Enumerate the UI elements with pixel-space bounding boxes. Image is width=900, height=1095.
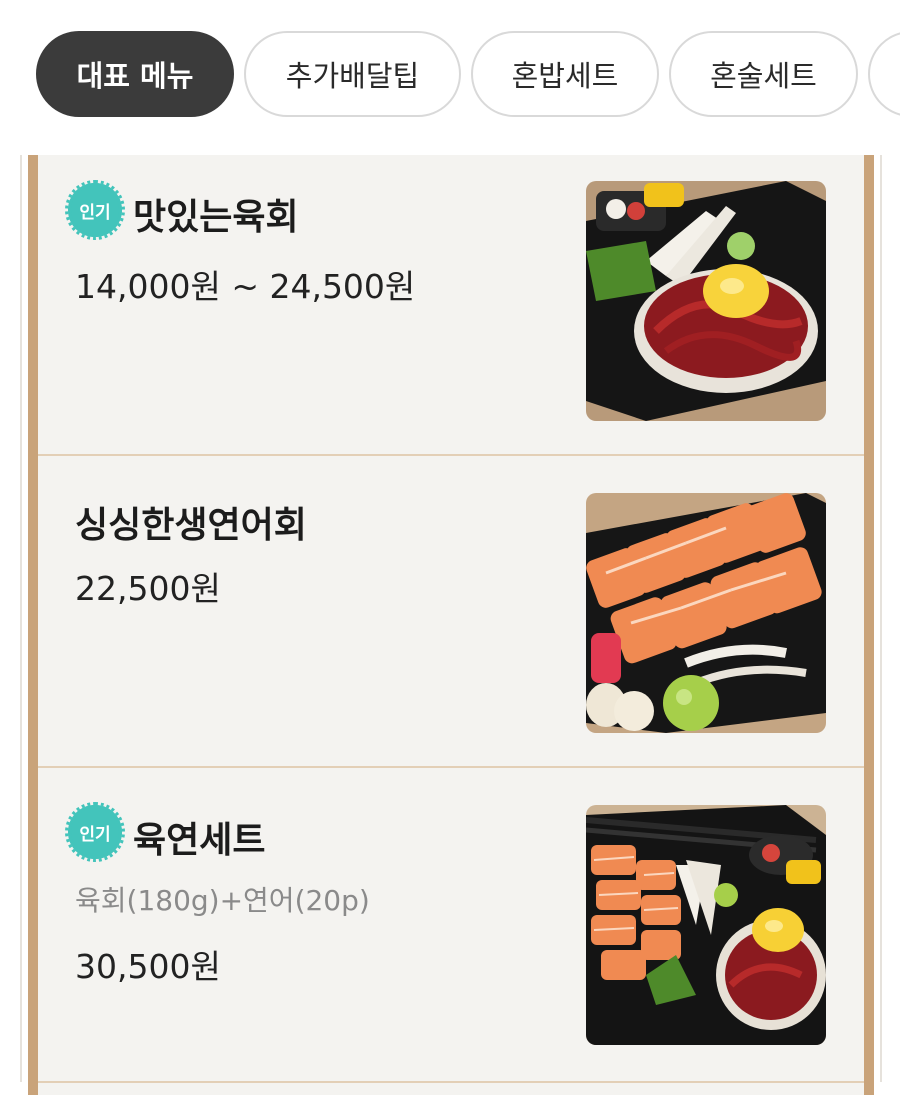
menu-item-description: 육회(180g)+연어(20p) [75,884,370,917]
popular-badge: 인기 [65,802,125,862]
salmon-sashimi-photo-icon [586,493,826,733]
board-edge-left [20,155,22,1082]
yukhoe-photo-icon [586,181,826,421]
menu-item-name: 육연세트 [133,820,266,861]
menu-item-price: 22,500원 [75,569,221,608]
board-edge-right [880,155,882,1082]
tab-solo-drink-set[interactable]: 혼술세트 [669,31,858,117]
menu-item-price: 14,000원 ~ 24,500원 [75,267,416,306]
tab-overflow[interactable] [868,31,900,117]
tab-representative-menu[interactable]: 대표 메뉴 [36,31,234,117]
category-tab-bar: 대표 메뉴 추가배달팁 혼밥세트 혼술세트 [0,0,900,150]
popular-badge: 인기 [65,180,125,240]
menu-item-name: 맛있는육회 [133,197,299,238]
combo-set-photo-icon [586,805,826,1045]
menu-item-name: 싱싱한생연어회 [75,505,307,546]
menu-list: 인기 맛있는육회 14,000원 ~ 24,500원 싱싱한생연어회 22,50… [28,155,874,1095]
menu-item-salmon[interactable]: 싱싱한생연어회 22,500원 [38,456,864,768]
menu-item-combo-set[interactable]: 인기 육연세트 육회(180g)+연어(20p) 30,500원 [38,768,864,1083]
tab-solo-meal-set[interactable]: 혼밥세트 [471,31,659,117]
tab-extra-delivery-tip[interactable]: 추가배달팁 [244,31,461,117]
menu-item-price: 30,500원 [75,947,221,986]
menu-item-yukhoe[interactable]: 인기 맛있는육회 14,000원 ~ 24,500원 [38,155,864,456]
